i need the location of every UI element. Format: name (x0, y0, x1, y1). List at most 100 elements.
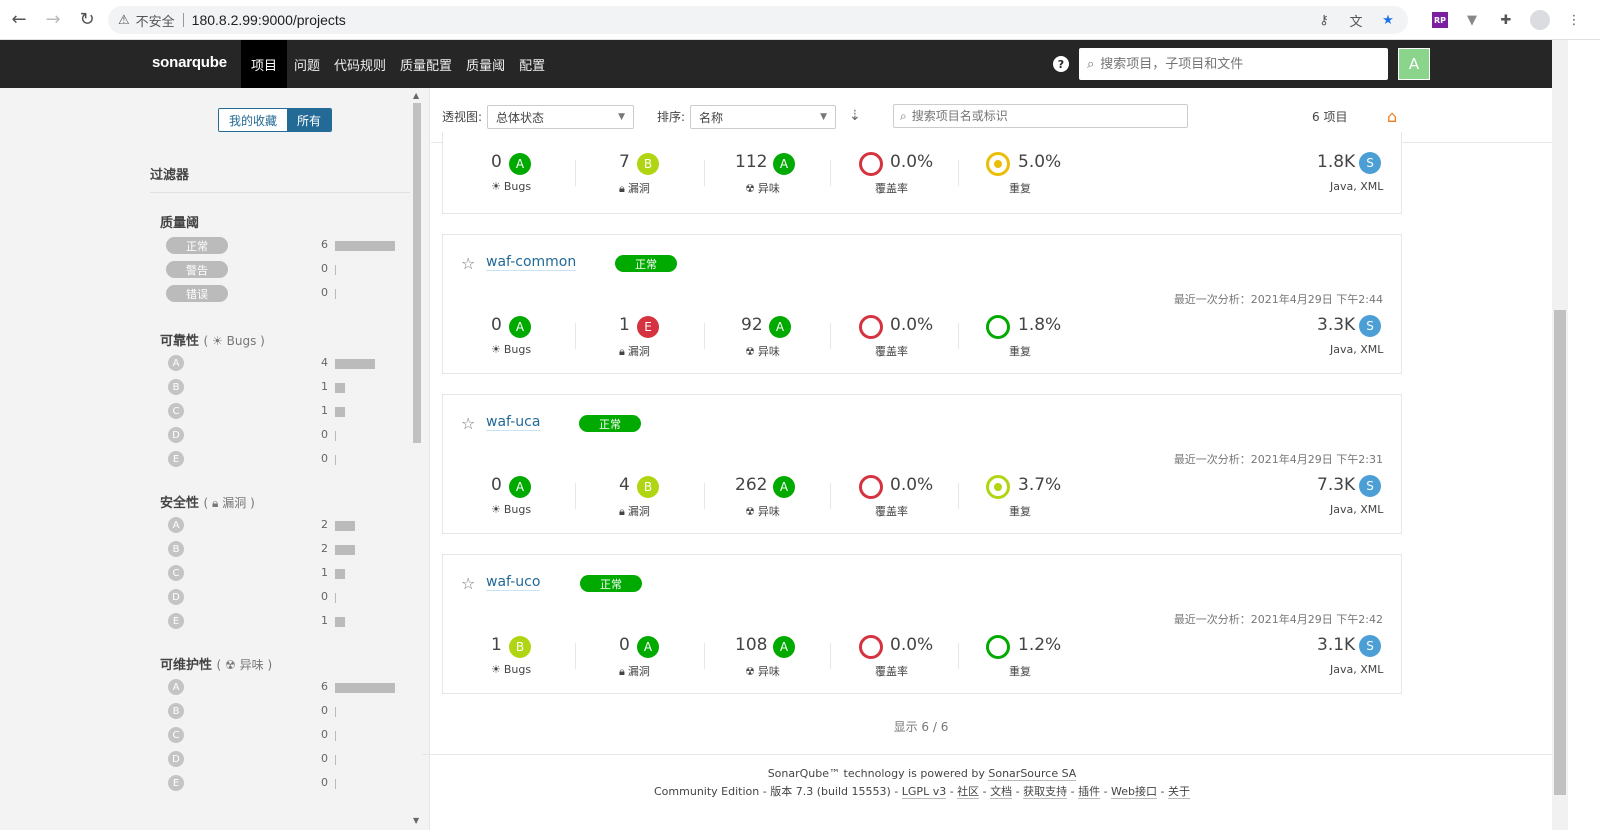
facet-row-b[interactable]: B2 (160, 538, 400, 562)
about-link[interactable]: 关于 (1168, 785, 1190, 799)
nav-administration[interactable]: 配置 (512, 40, 552, 88)
facet-row-a[interactable]: A6 (160, 676, 400, 700)
facet-row-c[interactable]: C0 (160, 724, 400, 748)
facet-row-e[interactable]: E0 (160, 772, 400, 796)
facet-row-a[interactable]: A4 (160, 352, 400, 376)
home-icon[interactable]: ⌂ (1387, 107, 1397, 126)
ncloc-value[interactable]: 7.3K (1317, 475, 1355, 495)
license-link[interactable]: LGPL v3 (901, 785, 947, 799)
facet-row-passed[interactable]: 正常 6 (160, 234, 400, 258)
scroll-down-icon[interactable]: ▼ (413, 816, 419, 825)
smells-label: ☢ 异味 (745, 343, 780, 359)
global-search[interactable]: ⌕ (1079, 48, 1388, 80)
smells-value[interactable]: 92 (741, 315, 763, 335)
facet-row-d[interactable]: D0 (160, 424, 400, 448)
project-name-link[interactable]: waf-uco (486, 574, 541, 591)
sort-select[interactable]: 名称 ▼ (690, 105, 836, 129)
facet-row-d[interactable]: D0 (160, 748, 400, 772)
all-button[interactable]: 所有 (287, 109, 332, 131)
nav-quality-gates[interactable]: 质量阈 (459, 40, 512, 88)
project-name-link[interactable]: waf-uca (486, 414, 541, 431)
coverage-value[interactable]: 0.0% (890, 475, 933, 495)
facet-row-e[interactable]: E1 (160, 610, 400, 634)
project-search[interactable]: ⌕ (893, 104, 1188, 128)
coverage-value[interactable]: 0.0% (890, 635, 933, 655)
facet-row-c[interactable]: C1 (160, 562, 400, 586)
star-icon[interactable]: ☆ (461, 414, 475, 433)
vulns-value[interactable]: 0 (619, 635, 630, 655)
bugs-value[interactable]: 0 (491, 475, 502, 495)
translate-icon[interactable]: ⽂ (1346, 10, 1366, 30)
vue-extension-icon[interactable]: ▼ (1462, 10, 1482, 30)
duplications-value[interactable]: 5.0% (1018, 152, 1061, 172)
nav-rules[interactable]: 代码规则 (327, 40, 393, 88)
page-scrollbar-thumb[interactable] (1554, 310, 1566, 795)
webapi-link[interactable]: Web接口 (1111, 785, 1158, 799)
facet-row-warn[interactable]: 警告 0 (160, 258, 400, 282)
facet-row-e[interactable]: E0 (160, 448, 400, 472)
key-icon[interactable]: ⚷ (1314, 10, 1334, 30)
facet-row-b[interactable]: B1 (160, 376, 400, 400)
address-bar[interactable]: ⚠ 不安全 180.8.2.99:9000/projects ⚷ ⽂ ★ (108, 6, 1408, 34)
facet-count: 0 (321, 590, 328, 603)
bugs-value[interactable]: 0 (491, 315, 502, 335)
help-icon[interactable]: ? (1053, 56, 1069, 72)
scroll-up-icon[interactable]: ▲ (413, 91, 419, 100)
bugs-value[interactable]: 0 (491, 152, 502, 172)
support-link[interactable]: 获取支持 (1023, 785, 1068, 799)
ncloc-value[interactable]: 3.3K (1317, 315, 1355, 335)
ncloc-value[interactable]: 1.8K (1317, 152, 1355, 172)
community-link[interactable]: 社区 (957, 785, 980, 799)
vulns-value[interactable]: 7 (619, 152, 630, 172)
rp-extension-icon[interactable]: RP (1432, 12, 1448, 28)
project-name-link[interactable]: waf-common (486, 254, 577, 271)
facet-row-error[interactable]: 错误 0 (160, 282, 400, 306)
facet-title: 质量阈 (160, 216, 200, 231)
duplications-value[interactable]: 3.7% (1018, 475, 1061, 495)
smells-value[interactable]: 112 (735, 152, 767, 172)
nav-issues[interactable]: 问题 (287, 40, 327, 88)
bugs-label: ☀ Bugs (491, 180, 531, 193)
sonarqube-logo[interactable]: sonarqube (152, 54, 227, 71)
duplications-value[interactable]: 1.8% (1018, 315, 1061, 335)
version-text: 版本 7.3 (build 15553) (770, 785, 891, 798)
sort-direction-icon[interactable]: ⇣ (849, 108, 861, 124)
vulns-value[interactable]: 1 (619, 315, 630, 335)
facet-row-c[interactable]: C1 (160, 400, 400, 424)
nav-quality-profiles[interactable]: 质量配置 (393, 40, 459, 88)
star-icon[interactable]: ☆ (461, 574, 475, 593)
plugins-link[interactable]: 插件 (1078, 785, 1101, 799)
global-search-input[interactable] (1100, 56, 1371, 72)
facet-row-b[interactable]: B0 (160, 700, 400, 724)
forward-icon[interactable]: → (38, 5, 68, 35)
favorites-button[interactable]: 我的收藏 (219, 109, 288, 131)
perspective-select[interactable]: 总体状态 ▼ (487, 105, 634, 129)
facet-title-text: 可靠性 (160, 334, 200, 349)
coverage-value[interactable]: 0.0% (890, 315, 933, 335)
docs-link[interactable]: 文档 (990, 785, 1013, 799)
sonarsource-link[interactable]: SonarSource SA (988, 767, 1077, 781)
reload-icon[interactable]: ↻ (72, 5, 102, 35)
facet-count: 0 (321, 776, 328, 789)
user-avatar[interactable]: A (1398, 48, 1430, 80)
url-text[interactable]: 180.8.2.99:9000/projects (192, 12, 346, 28)
bookmark-star-icon[interactable]: ★ (1378, 10, 1398, 30)
project-search-input[interactable] (911, 109, 1172, 123)
facet-row-d[interactable]: D0 (160, 586, 400, 610)
star-icon[interactable]: ☆ (461, 254, 475, 273)
facet-row-a[interactable]: A2 (160, 514, 400, 538)
vulns-value[interactable]: 4 (619, 475, 630, 495)
sidebar-scrollbar[interactable] (413, 103, 421, 443)
bugs-value[interactable]: 1 (491, 635, 502, 655)
back-icon[interactable]: ← (4, 5, 34, 35)
profile-icon[interactable] (1530, 10, 1550, 30)
coverage-value[interactable]: 0.0% (890, 152, 933, 172)
nav-projects[interactable]: 项目 (241, 40, 288, 88)
separator (704, 160, 705, 186)
menu-dots-icon[interactable]: ⋮ (1564, 10, 1584, 30)
puzzle-icon[interactable]: ✚ (1496, 10, 1516, 30)
duplications-value[interactable]: 1.2% (1018, 635, 1061, 655)
smells-value[interactable]: 262 (735, 475, 767, 495)
ncloc-value[interactable]: 3.1K (1317, 635, 1355, 655)
smells-value[interactable]: 108 (735, 635, 767, 655)
